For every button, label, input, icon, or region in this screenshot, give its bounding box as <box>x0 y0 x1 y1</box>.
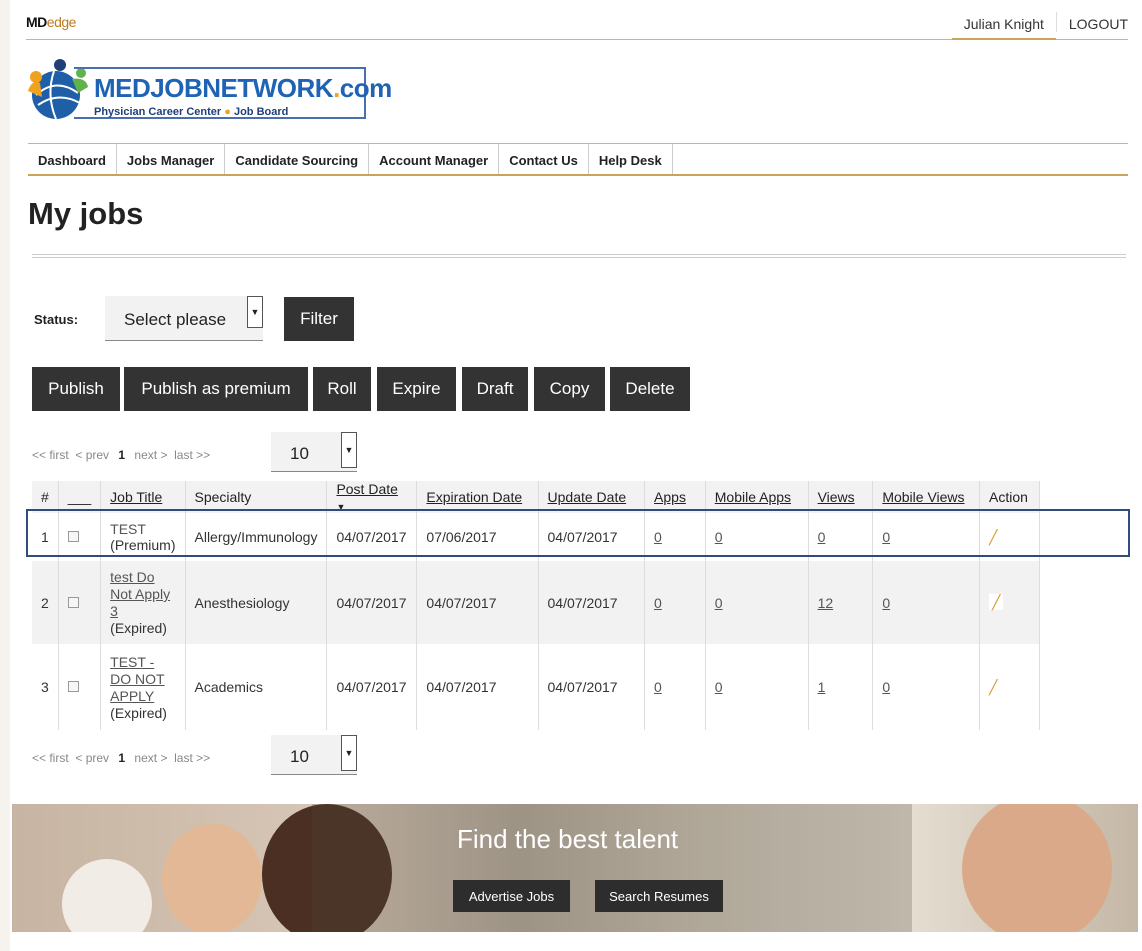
col-specialty: Specialty <box>185 481 328 513</box>
pencil-icon[interactable]: ╱ <box>989 679 997 695</box>
col-select: ___ <box>58 481 102 513</box>
jobs-table: # ___ Job Title Specialty Post Date ▼ Ex… <box>32 481 1040 730</box>
col-job-title[interactable]: Job Title <box>100 481 186 513</box>
user-bar: Julian Knight LOGOUT <box>951 0 1128 40</box>
table-header-row: # ___ Job Title Specialty Post Date ▼ Ex… <box>32 481 1040 513</box>
status-label: Status: <box>34 312 79 327</box>
nav-candidate-sourcing[interactable]: Candidate Sourcing <box>225 144 370 174</box>
pager-first-link[interactable]: << first <box>32 448 69 462</box>
divider <box>32 254 1126 258</box>
table-row: 2 test Do Not Apply 3 (Expired) Anesthesi… <box>32 561 1040 644</box>
pager-top: << first < prev 1 next > last >> <box>32 448 210 462</box>
apps-link[interactable]: 0 <box>654 679 662 695</box>
job-title-link[interactable]: TEST <box>110 521 146 537</box>
page-title: My jobs <box>28 196 144 231</box>
woman-photo <box>962 804 1112 932</box>
teddy-bear-image <box>62 859 152 932</box>
nav-dashboard[interactable]: Dashboard <box>28 144 117 174</box>
apps-link[interactable]: 0 <box>654 529 662 545</box>
advertise-jobs-button[interactable]: Advertise Jobs <box>453 880 570 912</box>
col-number: # <box>32 481 59 513</box>
pager-current: 1 <box>118 448 126 462</box>
views-link[interactable]: 1 <box>818 679 826 695</box>
pager-bottom: << first < prev 1 next > last >> <box>32 751 210 765</box>
banner-title: Find the best talent <box>457 824 679 854</box>
publish-premium-button[interactable]: Publish as premium <box>124 367 308 411</box>
table-row: 3 TEST - DO NOT APPLY (Expired) Academics… <box>32 644 1040 730</box>
nav-contact-us[interactable]: Contact Us <box>499 144 589 174</box>
caret-down-icon: ▼ <box>341 432 357 468</box>
publish-button[interactable]: Publish <box>32 367 120 411</box>
logo-title: MEDJOBNETWORK.com <box>94 73 392 103</box>
filter-button[interactable]: Filter <box>284 297 354 341</box>
caret-down-icon: ▼ <box>341 735 357 771</box>
nav-jobs-manager[interactable]: Jobs Manager <box>117 144 226 174</box>
copy-button[interactable]: Copy <box>534 367 605 411</box>
col-expiration-date[interactable]: Expiration Date <box>416 481 539 513</box>
checkbox-icon[interactable] <box>67 531 79 542</box>
user-name-link[interactable]: Julian Knight <box>951 0 1056 40</box>
pencil-icon[interactable]: ╱ <box>989 529 997 545</box>
col-post-date[interactable]: Post Date ▼ <box>326 481 418 513</box>
logout-link[interactable]: LOGOUT <box>1057 0 1128 40</box>
page: MDedge Julian Knight LOGOUT MEDJOBNETWOR… <box>10 0 1142 951</box>
job-title-link[interactable]: test Do Not Apply 3 <box>110 569 175 620</box>
roll-button[interactable]: Roll <box>313 367 371 411</box>
pager-last-link[interactable]: last >> <box>174 448 210 462</box>
pager-first-link[interactable]: << first <box>32 751 69 765</box>
caret-down-icon: ▼ <box>247 296 263 328</box>
pager-next-link[interactable]: next > <box>134 448 167 462</box>
promo-banner: Find the best talent Advertise Jobs Sear… <box>12 804 1138 932</box>
mobile-apps-link[interactable]: 0 <box>715 529 723 545</box>
job-title-link[interactable]: TEST - DO NOT APPLY <box>110 654 175 705</box>
nav-help-desk[interactable]: Help Desk <box>589 144 673 174</box>
logo-subtitle: Physician Career Center ● Job Board <box>94 106 289 118</box>
apps-link[interactable]: 0 <box>654 595 662 611</box>
mobile-apps-link[interactable]: 0 <box>715 595 723 611</box>
views-link[interactable]: 12 <box>818 595 834 611</box>
sort-desc-icon: ▼ <box>336 502 346 512</box>
checkbox-icon[interactable] <box>67 681 79 692</box>
mobile-views-link[interactable]: 0 <box>882 595 890 611</box>
col-apps[interactable]: Apps <box>644 481 706 513</box>
pager-current: 1 <box>118 751 126 765</box>
search-resumes-button[interactable]: Search Resumes <box>595 880 723 912</box>
views-link[interactable]: 0 <box>818 529 826 545</box>
mobile-views-link[interactable]: 0 <box>882 529 890 545</box>
pager-last-link[interactable]: last >> <box>174 751 210 765</box>
pencil-icon[interactable]: ╱ <box>989 594 1004 610</box>
table-row: 1 TEST (Premium) Allergy/Immunology 04/07… <box>32 513 1040 561</box>
col-mobile-apps[interactable]: Mobile Apps <box>705 481 809 513</box>
per-page-select[interactable]: 10 ▼ <box>271 735 357 775</box>
expire-button[interactable]: Expire <box>377 367 456 411</box>
delete-button[interactable]: Delete <box>610 367 690 411</box>
col-update-date[interactable]: Update Date <box>538 481 646 513</box>
main-nav: Dashboard Jobs Manager Candidate Sourcin… <box>28 143 1128 176</box>
col-mobile-views[interactable]: Mobile Views <box>872 481 981 513</box>
checkbox-icon[interactable] <box>67 596 79 608</box>
pager-prev-link[interactable]: < prev <box>75 751 109 765</box>
mdedge-logo[interactable]: MDedge <box>26 14 76 30</box>
col-action: Action <box>979 481 1040 513</box>
per-page-select[interactable]: 10 ▼ <box>271 432 357 472</box>
pager-next-link[interactable]: next > <box>134 751 167 765</box>
girl-photo <box>162 824 262 932</box>
pager-prev-link[interactable]: < prev <box>75 448 109 462</box>
nav-account-manager[interactable]: Account Manager <box>369 144 500 174</box>
draft-button[interactable]: Draft <box>462 367 528 411</box>
mobile-views-link[interactable]: 0 <box>882 679 890 695</box>
col-views[interactable]: Views <box>808 481 874 513</box>
medjobnetwork-logo[interactable]: MEDJOBNETWORK.com Physician Career Cente… <box>26 57 392 127</box>
mobile-apps-link[interactable]: 0 <box>715 679 723 695</box>
status-select[interactable]: Select please ▼ <box>105 296 263 341</box>
